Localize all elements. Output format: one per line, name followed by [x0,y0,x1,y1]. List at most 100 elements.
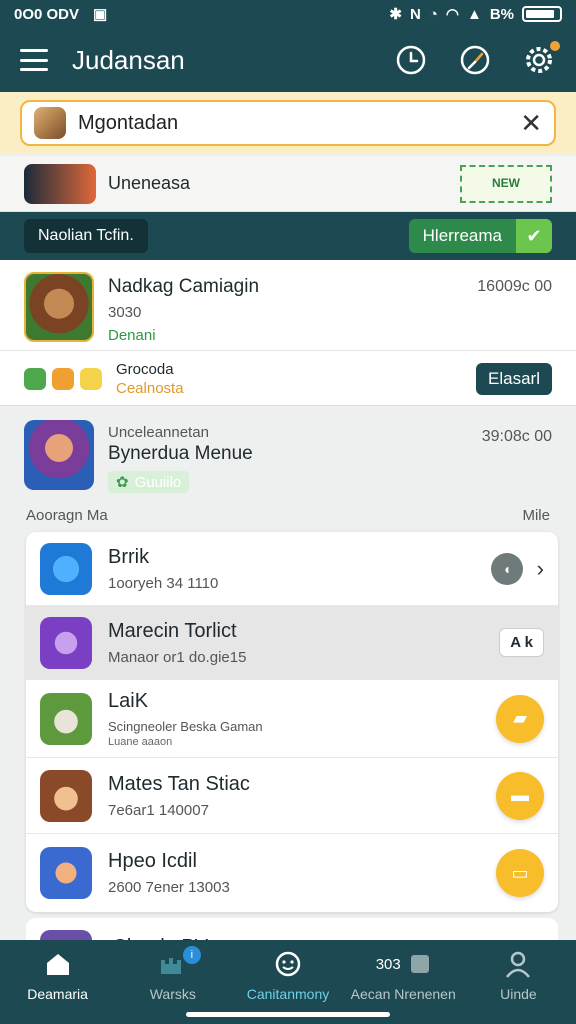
campaign-time: 16009c 00 [477,278,552,295]
feature-thumbnail [24,420,94,490]
search-input[interactable]: Mgontadan ✕ [20,100,556,146]
feature-time: 39:08c 00 [481,428,552,445]
nav-label: Uinde [500,986,537,1002]
section-header: Aooragn Ma Mile [0,502,576,528]
list-item[interactable]: Hpeo Icdil 2600 7ener 13003 ▭ [26,834,558,912]
leaf-icon [24,367,46,390]
campaign-card[interactable]: Nadkag Camiagin 3030 Denani 16009c 00 Gr… [0,260,576,406]
avatar [34,107,66,139]
notification-badge: i [182,946,201,964]
pirate-avatar-icon [40,847,92,899]
home-icon [44,950,72,978]
app-list: Brrik 1ooryeh 34 1110 ◖ › Marecin Torlic… [26,532,558,912]
target-icon [40,616,92,669]
settings-button[interactable] [522,41,560,77]
app-header: Judansan [0,28,576,92]
wifi-icon: ◠ [445,6,459,23]
list-item-subtitle: 7e6ar1 140007 [108,801,209,819]
search-area: Mgontadan ✕ [0,92,576,154]
list-item-title: Brrik [108,545,150,568]
clock-icon [396,45,426,75]
section-title: Aooragn Ma [26,506,108,524]
search-value[interactable]: Mgontadan [78,112,520,135]
nav-label: Warsks [149,986,196,1002]
feature-tag: ✿ Guuiilo [108,471,190,493]
list-item-meta: Luane aaaon [108,735,173,748]
nav-home[interactable]: Deamaria [0,940,115,1024]
settings-badge [550,41,560,51]
list-item-title: Hpeo Icdil [108,850,197,872]
campaign-thumbnail [24,272,94,342]
list-item[interactable]: Brrik 1ooryeh 34 1110 ◖ › [26,532,558,606]
briefcase-button[interactable]: ▬ [496,771,544,820]
list-item[interactable]: LaiK Scingneoler Beska Gaman Luane aaaon… [26,680,558,758]
coin-icon [52,367,74,390]
feature-overline: Unceleannetan [108,424,209,441]
list-item-subtitle: 1ooryeh 34 1110 [108,574,219,592]
list-item-subtitle: 2600 7ener 13003 [108,879,230,896]
tag-icon: ✿ [116,474,129,491]
status-bar: 0O0 ODV ▣ ✱ N ◔ ◠ ▲ B% [0,0,576,28]
feature-title: Bynerdua Menue [108,443,253,464]
action-bar: Naolian Tcfin. Hlerreama ✔ [0,212,576,260]
new-badge: NEW [460,164,552,203]
check-icon: ✔ [516,219,552,253]
list-item[interactable]: Marecin Torlict Manaor or1 do.gie15 A k [26,606,558,680]
battery-percent: B% [489,5,514,23]
nav-profile[interactable]: Uinde [461,940,576,1024]
home-indicator[interactable] [186,1012,390,1017]
status-time: 0O0 ODV [14,5,80,23]
screen-button[interactable]: ▭ [496,849,544,897]
campaign-status: Denani [108,327,156,344]
chevron-right-icon[interactable]: › [537,556,544,582]
wolf-avatar-icon [40,692,92,745]
filter-pill[interactable]: Naolian Tcfin. [24,219,148,253]
speed-button[interactable] [458,43,492,77]
featured-row[interactable]: Uneneasa NEW [0,156,576,212]
start-button[interactable]: Elasarl [476,362,552,395]
list-item-title: Marecin Torlict [108,619,237,642]
list-item[interactable]: Mates Tan Stiac 7e6ar1 140007 ▬ [26,758,558,834]
confirm-button[interactable]: Hlerreama ✔ [408,219,552,253]
nav-label: Deamaria [27,986,88,1002]
featured-thumbnail [24,163,96,204]
nav-label: Aecan Nrenenen [350,986,456,1002]
nav-label: Canitanmony [246,986,330,1002]
confirm-label: Hlerreama [408,219,516,253]
nav-glyph-text: 303 [375,955,401,973]
bulb-icon [80,367,102,390]
menu-icon[interactable] [20,49,48,71]
resource-subtitle: Cealnosta [116,379,184,397]
nfc-icon: N [409,5,421,23]
featured-label: Uneneasa [108,173,191,193]
feature-tag-label: Guuiilo [134,473,182,491]
alarm-icon: ◔ [428,5,438,23]
battery-icon [522,6,562,22]
notification-icon: ▣ [93,6,108,23]
list-item-title: LaiK [108,689,149,712]
clock-button[interactable] [394,43,428,77]
resource-title: Grocoda [116,360,174,378]
user-icon [505,950,531,978]
info-icon[interactable]: ◖ [490,552,523,585]
campaign-title: Nadkag Camiagin [108,276,260,297]
gauge-icon [460,45,490,75]
bluetooth-icon: ✱ [389,6,402,23]
resource-icons [24,367,102,390]
list-item-subtitle: Scingneoler Beska Gaman [108,718,263,734]
close-icon[interactable]: ✕ [520,108,542,139]
list-item-subtitle: Manaor or1 do.gie15 [108,648,247,666]
more-link[interactable]: Mile [522,507,550,524]
edit-button[interactable]: ▰ [496,694,544,743]
star-badge-icon [40,542,92,595]
castle-icon: i [159,946,201,978]
campaign-subtitle: 3030 [108,304,142,321]
hero-avatar-icon [40,769,92,822]
feature-card[interactable]: Unceleannetan Bynerdua Menue ✿ Guuiilo 39… [0,416,576,496]
signal-icon: ▲ [466,5,482,23]
page-title: Judansan [72,44,185,75]
list-item-title: Mates Tan Stiac [108,772,250,795]
join-button[interactable]: A k [499,628,544,657]
calendar-icon: 303 [376,950,431,978]
smiley-icon [274,950,302,978]
